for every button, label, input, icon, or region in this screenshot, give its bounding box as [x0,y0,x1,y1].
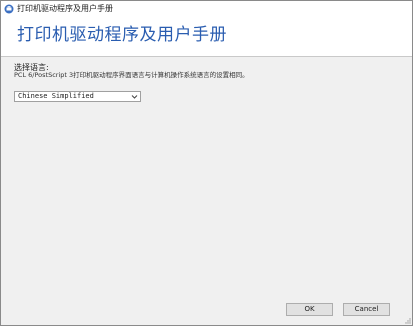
language-dropdown-value: Chinese Simplified [18,92,94,100]
installer-window: 打印机驱动程序及用户手册 打印机驱动程序及用户手册 选择语言: PCL 6/Po… [0,0,413,326]
footer: OK Cancel [1,293,412,325]
title-bar[interactable]: 打印机驱动程序及用户手册 [1,1,412,17]
window-title: 打印机驱动程序及用户手册 [17,4,113,13]
language-dropdown[interactable]: Chinese Simplified [14,91,141,102]
ok-button[interactable]: OK [286,303,333,316]
language-description: PCL 6/PostScript 3打印机驱动程序界面语言与计算机操作系统语言的… [14,71,249,79]
chevron-down-icon [131,95,138,99]
main-content: 选择语言: PCL 6/PostScript 3打印机驱动程序界面语言与计算机操… [1,57,412,293]
printer-app-icon [4,4,14,14]
cancel-button[interactable]: Cancel [343,303,390,316]
page-heading: 打印机驱动程序及用户手册 [17,25,227,45]
header-band: 打印机驱动程序及用户手册 [1,17,412,57]
resize-grip-icon[interactable] [403,316,411,324]
